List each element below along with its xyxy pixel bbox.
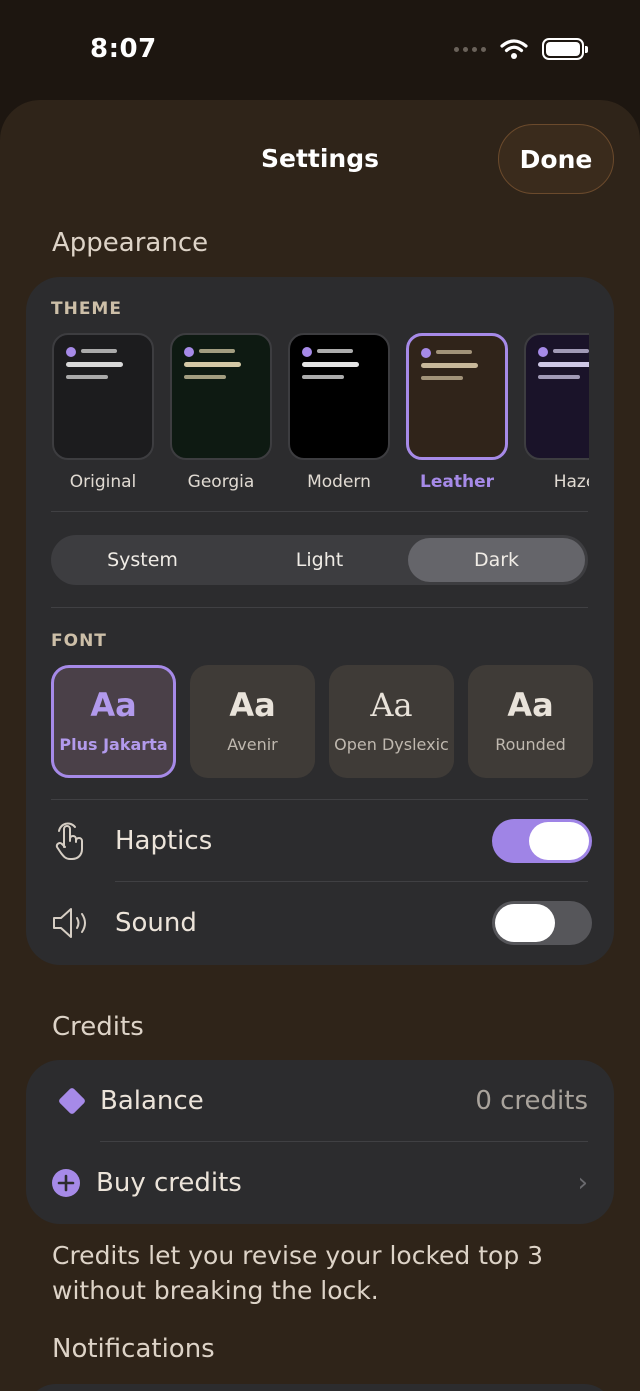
theme-picker[interactable]: Original Georgia Modern Leather Haze xyxy=(52,333,589,499)
mode-option-system[interactable]: System xyxy=(54,538,231,582)
font-name: Open Dyslexic xyxy=(334,735,449,754)
font-option-rounded[interactable]: Aa Rounded xyxy=(468,665,593,778)
appearance-card: THEME Original Georgia Modern Leather Haze S… xyxy=(26,277,614,965)
theme-swatch xyxy=(288,333,390,460)
theme-option-leather[interactable]: Leather xyxy=(406,333,508,492)
appearance-mode-control[interactable]: System Light Dark xyxy=(51,535,588,585)
font-name: Rounded xyxy=(495,735,566,754)
sound-label: Sound xyxy=(115,908,197,938)
font-name: Plus Jakarta xyxy=(59,735,168,754)
mode-option-dark[interactable]: Dark xyxy=(408,538,585,582)
haptics-toggle[interactable] xyxy=(492,819,592,863)
theme-swatch xyxy=(52,333,154,460)
sound-row: Sound xyxy=(26,882,614,964)
font-option-plus-jakarta[interactable]: Aa Plus Jakarta xyxy=(51,665,176,778)
font-sample: Aa xyxy=(229,686,276,724)
balance-value: 0 credits xyxy=(475,1086,588,1116)
mode-option-light[interactable]: Light xyxy=(231,538,408,582)
font-option-avenir[interactable]: Aa Avenir xyxy=(190,665,315,778)
credits-footnote: Credits let you revise your locked top 3… xyxy=(52,1241,544,1305)
theme-swatch xyxy=(524,333,589,460)
settings-screen: 8:07 Settings Done Appearance THEME Orig… xyxy=(0,0,640,1391)
theme-swatch xyxy=(170,333,272,460)
theme-option-original[interactable]: Original xyxy=(52,333,154,492)
credits-section-title: Credits xyxy=(52,1012,144,1042)
buy-credits-label: Buy credits xyxy=(96,1168,242,1198)
theme-option-modern[interactable]: Modern xyxy=(288,333,390,492)
theme-option-haze[interactable]: Haze xyxy=(524,333,589,492)
theme-label: Leather xyxy=(420,472,494,492)
theme-label: Original xyxy=(69,472,137,492)
sound-toggle[interactable] xyxy=(492,901,592,945)
font-name: Avenir xyxy=(227,735,278,754)
theme-subheading: THEME xyxy=(51,299,122,319)
divider xyxy=(51,607,588,608)
done-button[interactable]: Done xyxy=(498,124,614,194)
balance-label: Balance xyxy=(100,1086,204,1116)
font-picker: Aa Plus Jakarta Aa Avenir Aa Open Dyslexic Aa R… xyxy=(51,665,593,778)
status-time: 8:07 xyxy=(90,34,157,64)
theme-option-georgia[interactable]: Georgia xyxy=(170,333,272,492)
credits-card: Balance 0 credits Buy credits › xyxy=(26,1060,614,1224)
status-icons xyxy=(454,38,588,60)
theme-label: Modern xyxy=(307,472,371,492)
status-bar: 8:07 xyxy=(0,0,640,100)
notifications-card xyxy=(26,1384,614,1391)
appearance-section-title: Appearance xyxy=(52,228,209,258)
theme-label: Georgia xyxy=(187,472,255,492)
cellular-signal-icon xyxy=(454,46,486,52)
font-sample: Aa xyxy=(370,686,413,724)
battery-icon xyxy=(542,38,588,60)
chevron-right-icon: › xyxy=(577,1168,588,1198)
font-option-open-dyslexic[interactable]: Aa Open Dyslexic xyxy=(329,665,454,778)
buy-credits-row[interactable]: Buy credits › xyxy=(26,1142,614,1224)
theme-row: Original Georgia Modern Leather Haze xyxy=(52,333,589,492)
plus-circle-icon xyxy=(46,1163,86,1203)
haptics-row: Haptics xyxy=(26,800,614,882)
font-sample: Aa xyxy=(90,686,137,724)
speaker-icon xyxy=(51,903,91,943)
font-sample: Aa xyxy=(507,686,554,724)
haptics-label: Haptics xyxy=(115,826,213,856)
wifi-icon xyxy=(500,39,528,59)
theme-swatch xyxy=(406,333,508,460)
divider xyxy=(51,511,588,512)
diamond-icon xyxy=(52,1081,92,1121)
theme-label: Haze xyxy=(553,472,589,492)
hand-tap-icon xyxy=(51,821,91,861)
balance-row: Balance 0 credits xyxy=(26,1060,614,1142)
notifications-section-title: Notifications xyxy=(52,1334,215,1364)
font-subheading: FONT xyxy=(51,631,107,651)
settings-sheet: Settings Done Appearance THEME Original G… xyxy=(0,100,640,1391)
